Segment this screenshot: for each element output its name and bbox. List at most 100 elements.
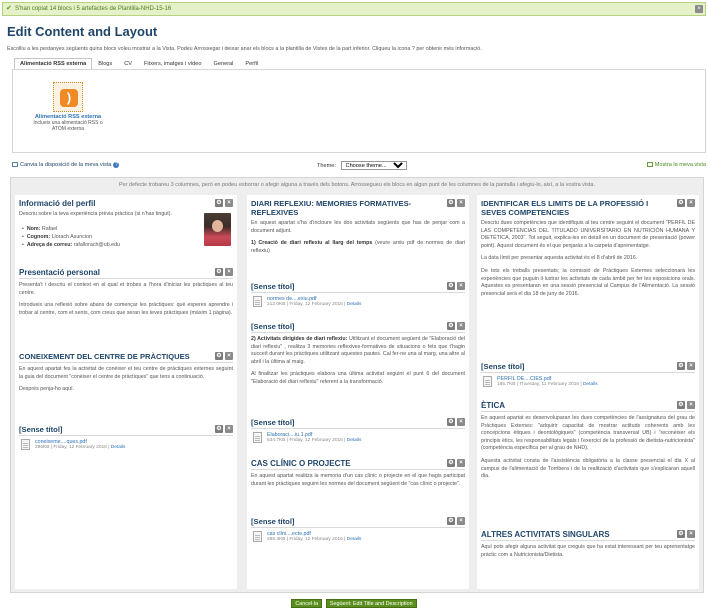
delete-icon[interactable]: × xyxy=(457,517,465,525)
tab-general[interactable]: General xyxy=(208,58,240,69)
configure-icon[interactable]: ⚙ xyxy=(677,401,685,409)
block-profile-info[interactable]: Informació del perfil ⚙ × Descriu sobre l… xyxy=(19,199,233,249)
block-personal-presentation[interactable]: Presentació personal ⚙ × Presenta't i des… xyxy=(19,268,233,317)
block-text: En aquest apartat realitza la memoria d'… xyxy=(251,473,465,487)
file-size-date: 296KB | Friday, 12 February 2016 | xyxy=(35,445,110,450)
file-info: cas clíni....ecte.pdf 288.3KB | Friday, … xyxy=(267,531,361,542)
help-icon[interactable]: ? xyxy=(113,162,120,168)
profile-field-email: Adreça de correu: rafallorach@ub.edu xyxy=(19,241,233,249)
divider xyxy=(481,372,695,373)
block-text: 2) Activitats dirigides de diari reflexi… xyxy=(251,336,465,366)
block-other-activities[interactable]: ALTRES ACTIVITATS SINGULARS ⚙ × Aquí pots… xyxy=(481,530,695,559)
configure-icon[interactable]: ⚙ xyxy=(447,282,455,290)
block-centre-knowledge[interactable]: CONEIXEMENT DEL CENTRE DE PRÀCTIQUES ⚙ × … xyxy=(19,352,233,394)
show-view-link[interactable]: Mostra la meva vista xyxy=(646,162,706,168)
divider xyxy=(251,527,465,528)
close-icon[interactable]: × xyxy=(695,5,703,13)
layout-column-2: DIARI REFLEXIU: MEMORIES FORMATIVES-REFL… xyxy=(247,195,469,589)
file-item: normes de....exiu.pdf 212.0KB | Friday, … xyxy=(251,296,465,307)
tab-rss[interactable]: Alimentació RSS externa xyxy=(14,58,93,69)
configure-icon[interactable]: ⚙ xyxy=(447,459,455,467)
configure-icon[interactable]: ⚙ xyxy=(447,322,455,330)
block-title: Informació del perfil ⚙ × xyxy=(19,199,233,208)
block-title: IDENTIFICAR ELS LIMITS DE LA PROFESSIÓ I… xyxy=(481,199,695,217)
file-item: coneixeme....ques.pdf 296KB | Friday, 12… xyxy=(19,439,233,450)
file-size-date: 185.7KB | Thursday, 11 February 2016 | xyxy=(497,382,582,387)
block-title-text: [Sense títol] xyxy=(251,418,295,427)
configure-icon[interactable]: ⚙ xyxy=(677,530,685,538)
block-file-untitled[interactable]: [Sense títol] ⚙ × cas clíni....ecte.pdf 2… xyxy=(251,517,465,542)
theme-select[interactable]: Choose theme... xyxy=(340,161,407,170)
tab-cv[interactable]: CV xyxy=(118,58,138,69)
block-text: En aquest apartat fes la activitat de co… xyxy=(19,366,233,380)
rss-block-tile[interactable]: ) Alimentació RSS externa Inclueix una a… xyxy=(33,82,103,132)
delete-icon[interactable]: × xyxy=(225,199,233,207)
block-category-tabs: Alimentació RSS externa Blogs CV Fitxers… xyxy=(14,58,264,69)
delete-icon[interactable]: × xyxy=(687,362,695,370)
configure-icon[interactable]: ⚙ xyxy=(215,199,223,207)
block-title-text: ÈTICA xyxy=(481,401,505,410)
block-title-text: [Sense títol] xyxy=(251,282,295,291)
document-icon xyxy=(253,531,262,542)
block-file-untitled[interactable]: [Sense títol] ⚙ × Elaboraci....iu.1.pdf 5… xyxy=(251,418,465,443)
details-link[interactable]: Details xyxy=(347,438,362,443)
delete-icon[interactable]: × xyxy=(225,425,233,433)
delete-icon[interactable]: × xyxy=(457,322,465,330)
block-profession-limits[interactable]: IDENTIFICAR ELS LIMITS DE LA PROFESSIÓ I… xyxy=(481,199,695,298)
configure-icon[interactable]: ⚙ xyxy=(677,362,685,370)
configure-icon[interactable]: ⚙ xyxy=(215,425,223,433)
file-meta: 296KB | Friday, 12 February 2016 | Detai… xyxy=(35,445,125,450)
block-reflective-diary[interactable]: DIARI REFLEXIU: MEMORIES FORMATIVES-REFL… xyxy=(251,199,465,255)
block-clinical-case[interactable]: CAS CLÍNIC O PROJECTE ⚙ × En aquest apart… xyxy=(251,459,465,488)
divider xyxy=(19,362,233,363)
configure-icon[interactable]: ⚙ xyxy=(215,268,223,276)
configure-icon[interactable]: ⚙ xyxy=(447,517,455,525)
delete-icon[interactable]: × xyxy=(457,459,465,467)
block-text: Aquí pots afegir alguna activitat que cr… xyxy=(481,544,695,558)
block-title-text: [Sense títol] xyxy=(19,425,63,434)
delete-icon[interactable]: × xyxy=(225,268,233,276)
block-controls: ⚙ × xyxy=(447,282,465,290)
block-title: Presentació personal ⚙ × xyxy=(19,268,233,277)
block-text: Presenta't i descriu el context en el qu… xyxy=(19,282,233,296)
delete-icon[interactable]: × xyxy=(687,530,695,538)
block-file-untitled[interactable]: [Sense títol] ⚙ × coneixeme....ques.pdf 2… xyxy=(19,425,233,450)
block-title: ÈTICA ⚙ × xyxy=(481,401,695,410)
configure-icon[interactable]: ⚙ xyxy=(215,352,223,360)
footer-actions: Cancel·la Següent: Edit Title and Descri… xyxy=(0,599,708,608)
change-layout-link[interactable]: Canvia la disposició de la meva vista? xyxy=(12,162,120,168)
block-directed-activities[interactable]: [Sense títol] ⚙ × 2) Activitats dirigides… xyxy=(251,322,465,387)
block-title-text: CONEIXEMENT DEL CENTRE DE PRÀCTIQUES xyxy=(19,352,190,361)
configure-icon[interactable]: ⚙ xyxy=(447,199,455,207)
tab-profile[interactable]: Perfil xyxy=(239,58,264,69)
delete-icon[interactable]: × xyxy=(225,352,233,360)
file-info: coneixeme....ques.pdf 296KB | Friday, 12… xyxy=(35,439,125,450)
next-button[interactable]: Següent: Edit Title and Description xyxy=(325,599,417,608)
block-title: [Sense títol] ⚙ × xyxy=(481,362,695,371)
delete-icon[interactable]: × xyxy=(457,418,465,426)
block-controls: ⚙ × xyxy=(677,362,695,370)
block-controls: ⚙ × xyxy=(215,425,233,433)
block-file-untitled[interactable]: [Sense títol] ⚙ × normes de....exiu.pdf 2… xyxy=(251,282,465,307)
tab-blogs[interactable]: Blogs xyxy=(92,58,118,69)
block-text: Descriu dues competències que identifiqu… xyxy=(481,220,695,249)
block-ethics[interactable]: ÈTICA ⚙ × En aquest apartat es desenvolup… xyxy=(481,401,695,481)
configure-icon[interactable]: ⚙ xyxy=(447,418,455,426)
details-link[interactable]: Details xyxy=(111,445,126,450)
block-text: En aquest apartat es desenvoluparan les … xyxy=(481,415,695,452)
divider xyxy=(481,411,695,412)
delete-icon[interactable]: × xyxy=(457,199,465,207)
cancel-button[interactable]: Cancel·la xyxy=(291,599,323,608)
tab-files[interactable]: Fitxers, imatges i vídeo xyxy=(138,58,208,69)
profile-field-surname: Cognom: Llorach Asuncion xyxy=(19,233,233,241)
configure-icon[interactable]: ⚙ xyxy=(677,199,685,207)
layout-column-3: IDENTIFICAR ELS LIMITS DE LA PROFESSIÓ I… xyxy=(477,195,699,589)
block-text: De tots els treballs presentats; la comi… xyxy=(481,267,695,297)
details-link[interactable]: Details xyxy=(583,382,598,387)
details-link[interactable]: Details xyxy=(347,302,362,307)
delete-icon[interactable]: × xyxy=(457,282,465,290)
block-file-untitled[interactable]: [Sense títol] ⚙ × PERFIL DE....CIES.pdf 1… xyxy=(481,362,695,387)
delete-icon[interactable]: × xyxy=(687,199,695,207)
delete-icon[interactable]: × xyxy=(687,401,695,409)
details-link[interactable]: Details xyxy=(347,537,362,542)
